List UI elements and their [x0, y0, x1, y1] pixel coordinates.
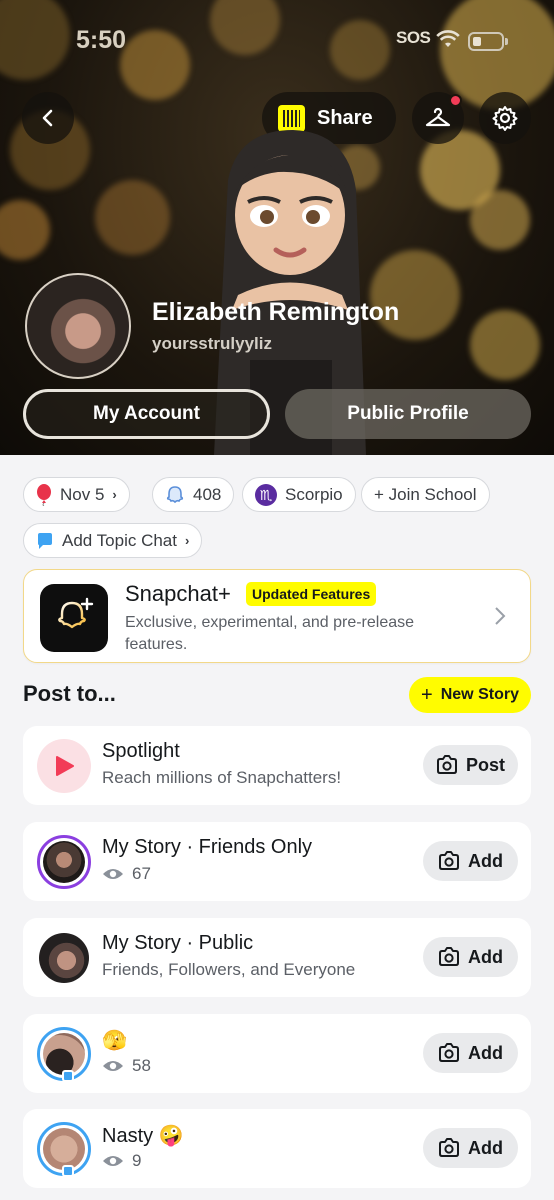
row-subtitle: Reach millions of Snapchatters! — [102, 768, 341, 788]
add-button[interactable]: Add — [423, 1128, 518, 1168]
add-button[interactable]: Add — [423, 937, 518, 977]
private-story-row[interactable]: 🫣 58 Add — [23, 1014, 531, 1093]
ghost-icon — [165, 485, 185, 505]
bokeh-light — [470, 190, 530, 250]
row-subtitle-text: Reach millions of Snapchatters! — [102, 768, 342, 787]
lock-icon — [62, 1070, 74, 1082]
camera-icon — [439, 851, 459, 870]
post-button-label: Post — [465, 754, 505, 775]
battery-icon — [468, 32, 504, 51]
profile-username: yoursstrulyyliz — [152, 334, 272, 353]
story-avatar — [37, 1122, 91, 1177]
chevron-right-icon — [494, 606, 506, 632]
row-title: Spotlight — [102, 740, 180, 762]
add-button-label: Add — [468, 1042, 503, 1063]
bokeh-light — [95, 180, 170, 255]
snapscore-value: 408 — [193, 484, 222, 504]
snapchat-plus-subtitle: Exclusive, experimental, and pre-release… — [125, 614, 415, 653]
row-title: Nasty 🤪 — [102, 1125, 184, 1147]
row-subtitle: Friends, Followers, and Everyone — [102, 960, 355, 980]
chevron-left-icon — [42, 109, 53, 127]
join-school-label: + Join School — [374, 484, 477, 504]
svg-text:♏: ♏ — [260, 488, 273, 504]
birthday-label: Nov 5 — [60, 484, 105, 504]
snapscore-chip[interactable]: 408 — [152, 477, 235, 512]
status-time: 5:50 — [76, 26, 127, 54]
wifi-icon — [436, 30, 460, 55]
post-button[interactable]: Post — [423, 745, 518, 785]
view-count: 9 — [132, 1151, 142, 1170]
battery-tip — [505, 38, 508, 45]
story-thumbnail — [43, 841, 85, 883]
bokeh-light — [0, 200, 50, 260]
profile-avatar[interactable] — [25, 273, 131, 379]
hanger-icon — [425, 107, 451, 127]
story-thumbnail — [43, 1033, 85, 1075]
my-account-button[interactable]: My Account — [23, 389, 270, 439]
profile-name: Elizabeth Remington — [152, 298, 400, 326]
status-bar: 5:50 SOS — [0, 22, 554, 58]
story-avatar — [39, 933, 89, 983]
private-story-row[interactable]: Nasty 🤪 9 Add — [23, 1109, 531, 1188]
scorpio-icon: ♏ — [255, 483, 277, 506]
join-school-chip[interactable]: + Join School — [361, 477, 490, 512]
add-button[interactable]: Add — [423, 841, 518, 881]
story-avatar — [37, 1027, 91, 1082]
story-thumbnail — [43, 1128, 85, 1170]
chat-bubble-icon — [36, 532, 54, 550]
notification-dot — [449, 94, 462, 107]
camera-icon — [439, 947, 459, 966]
new-story-button[interactable]: + New Story — [409, 677, 531, 713]
row-subtitle-text: Friends, Followers, and Everyone — [102, 960, 356, 979]
camera-icon — [439, 1043, 459, 1062]
view-count: 67 — [132, 864, 151, 883]
post-to-heading: Post to... — [23, 681, 116, 706]
dress-up-button[interactable] — [412, 92, 464, 144]
camera-icon — [439, 1138, 459, 1157]
zodiac-chip[interactable]: ♏ Scorpio — [242, 477, 356, 512]
chevron-right-icon: › — [112, 487, 117, 502]
row-title: 🫣 — [102, 1030, 127, 1052]
balloon-icon — [36, 483, 52, 506]
back-button[interactable] — [22, 92, 74, 144]
snapchat-plus-card[interactable]: Snapchat+ Updated Features Exclusive, ex… — [23, 569, 531, 663]
updated-features-badge: Updated Features — [246, 582, 377, 606]
spotlight-icon — [37, 739, 91, 793]
spotlight-row[interactable]: Spotlight Reach millions of Snapchatters… — [23, 726, 531, 805]
row-title: My Story · Friends Only — [102, 836, 313, 858]
snapchat-plus-title: Snapchat+ — [125, 581, 231, 606]
birthday-chip[interactable]: Nov 5 › — [23, 477, 130, 512]
zodiac-label: Scorpio — [285, 484, 343, 504]
status-sos: SOS — [396, 28, 431, 47]
eye-icon — [103, 1061, 123, 1071]
new-story-label: New Story — [440, 686, 519, 703]
my-story-friends-row[interactable]: My Story · Friends Only 67 Add — [23, 822, 531, 901]
plus-icon: + — [421, 683, 433, 706]
bokeh-light — [470, 310, 540, 380]
settings-button[interactable] — [479, 92, 531, 144]
my-story-public-row[interactable]: My Story · Public Friends, Followers, an… — [23, 918, 531, 997]
story-avatar — [37, 835, 91, 889]
public-profile-button[interactable]: Public Profile — [285, 389, 531, 439]
gear-icon — [492, 106, 518, 131]
row-subtitle: 58 — [102, 1056, 151, 1076]
eye-icon — [103, 1156, 123, 1166]
topic-chat-label: Add Topic Chat — [62, 530, 177, 550]
snapchat-plus-logo — [40, 584, 108, 652]
view-count: 58 — [132, 1056, 151, 1075]
profile-header: 5:50 SOS Share Elizabeth Remington yours… — [0, 0, 554, 455]
row-title: My Story · Public — [102, 932, 254, 954]
add-button[interactable]: Add — [423, 1033, 518, 1073]
eye-icon — [103, 869, 123, 879]
add-button-label: Add — [468, 946, 503, 967]
topic-chat-chip[interactable]: Add Topic Chat › — [23, 523, 203, 558]
lock-icon — [62, 1165, 74, 1177]
add-button-label: Add — [468, 850, 503, 871]
row-subtitle: 67 — [102, 864, 151, 884]
row-subtitle: 9 — [102, 1151, 141, 1171]
chevron-right-icon: › — [184, 533, 190, 548]
add-button-label: Add — [468, 1137, 503, 1158]
camera-icon — [436, 755, 457, 774]
